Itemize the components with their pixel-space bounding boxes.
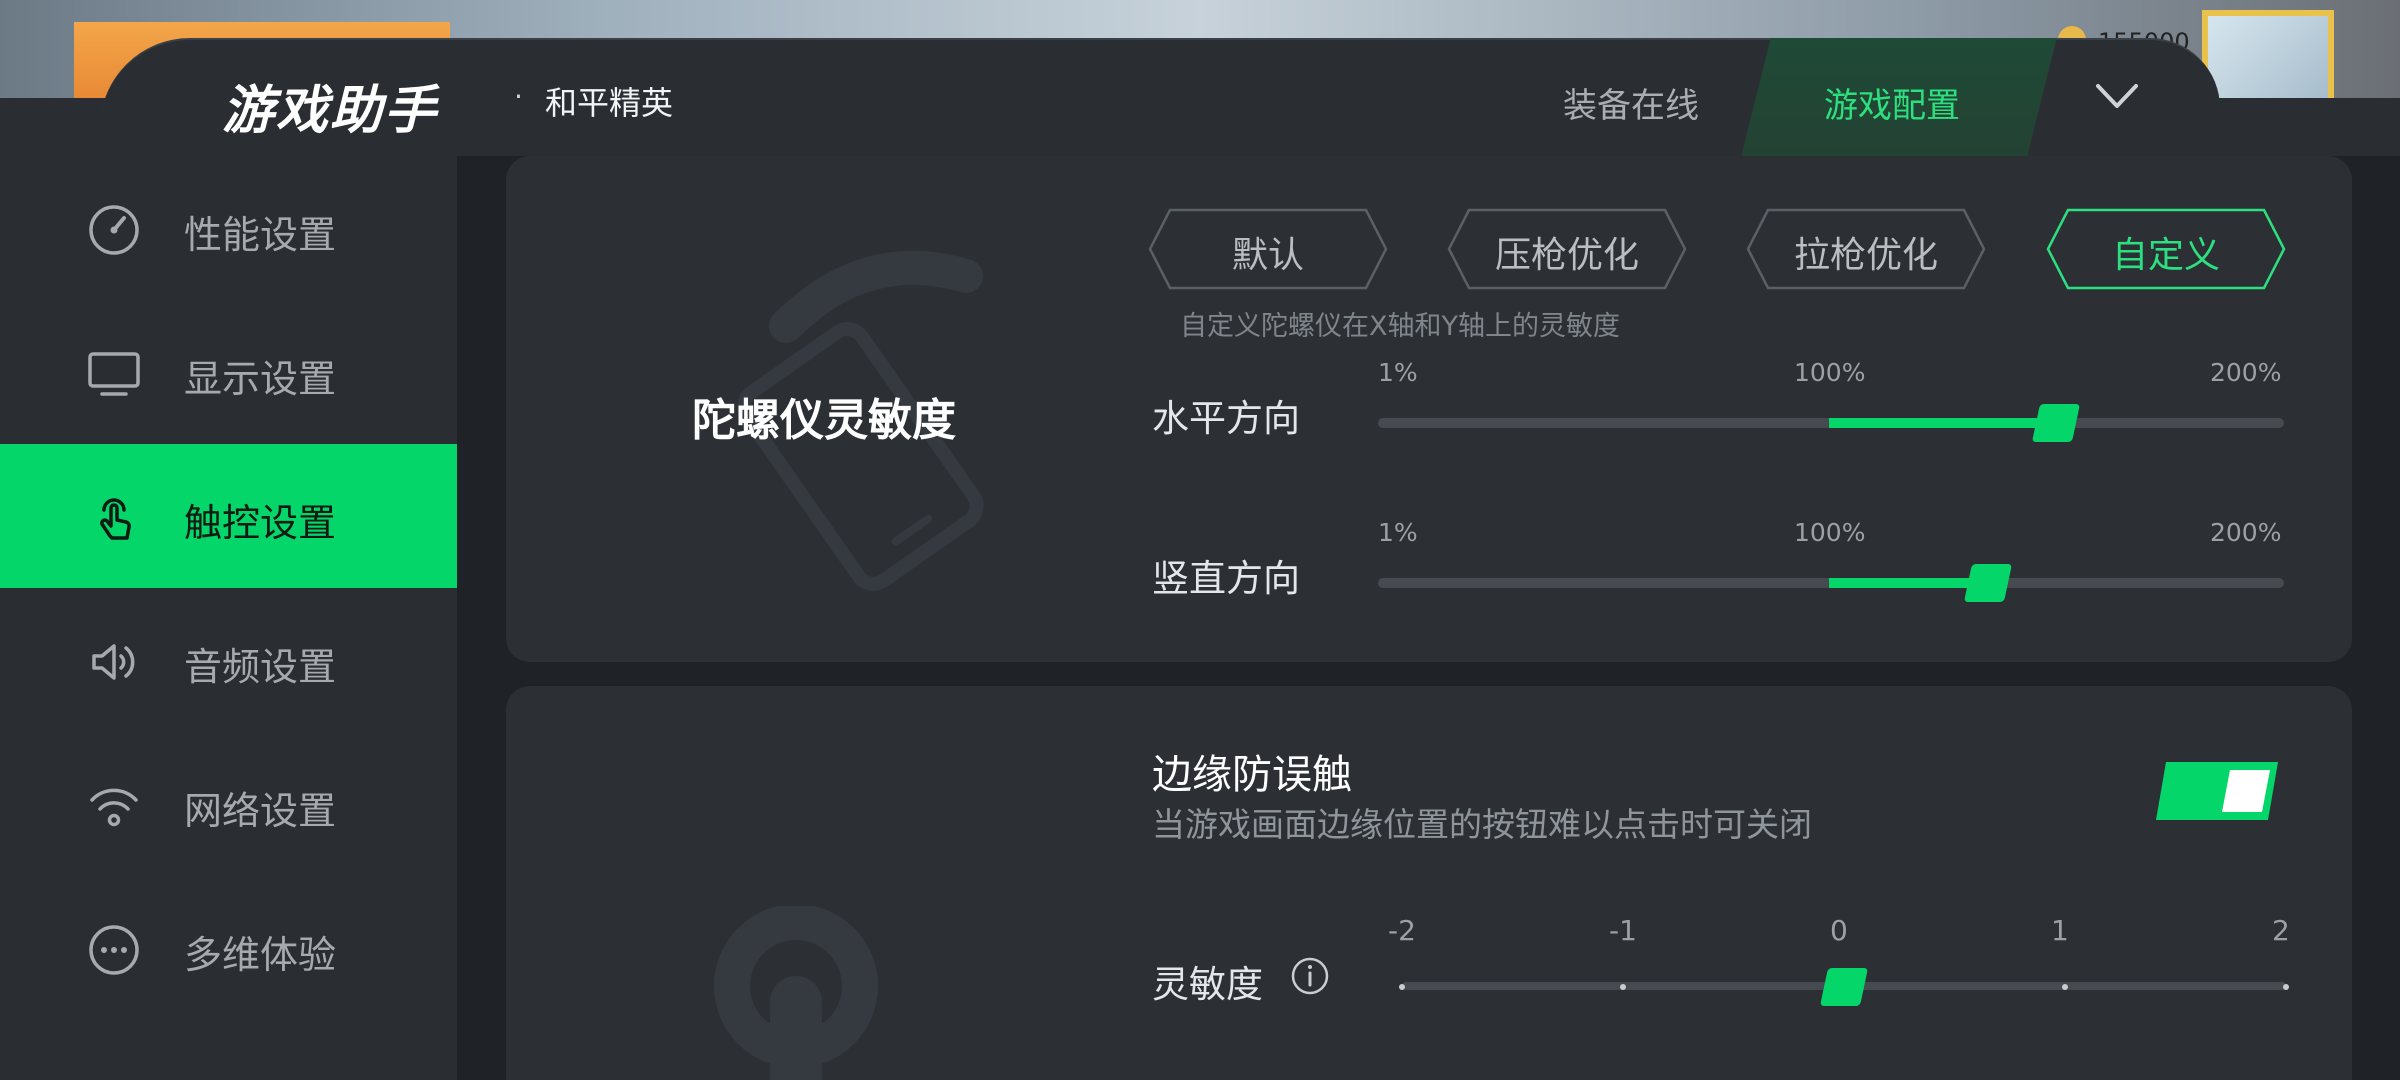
preset-label: 压枪优化 (1494, 235, 1639, 276)
gauge-icon (89, 205, 139, 255)
vertical-slider-thumb[interactable] (1964, 564, 2013, 602)
tick-label: 200% (2210, 358, 2282, 387)
sensitivity-label: 灵敏度 (1152, 963, 1263, 1006)
tick-label: 200% (2210, 518, 2282, 547)
tab-game-config[interactable]: 游戏配置 (1824, 78, 1960, 127)
tick-label: -1 (1609, 914, 1637, 947)
touch-illustration (714, 906, 878, 1080)
sidebar-item-label: 显示设置 (184, 357, 337, 401)
sidebar-item-performance[interactable]: 性能设置 (0, 156, 457, 300)
game-name: 和平精英 (545, 84, 674, 122)
horizontal-label: 水平方向 (1152, 397, 1300, 440)
preset-custom-button[interactable]: 自定义 (2046, 208, 2286, 290)
info-icon[interactable] (1290, 956, 1330, 996)
sidebar-item-display[interactable]: 显示设置 (0, 300, 457, 444)
vertical-slider-fill (1828, 578, 1989, 588)
slider-step-dot (2062, 984, 2068, 990)
app-logo: 游戏助手 (222, 81, 439, 141)
chevron-down-icon[interactable] (2094, 80, 2140, 112)
touch-hand-icon (100, 498, 131, 540)
edge-toggle-switch[interactable] (2156, 762, 2278, 820)
tick-label: 0 (1830, 914, 1848, 947)
edge-protection-card: 边缘防误触 当游戏画面边缘位置的按钮难以点击时可关闭 灵敏度 -2 -1 0 1… (506, 686, 2352, 1080)
assistant-header: 游戏助手 · 和平精英 装备在线 游戏配置 (0, 38, 2400, 156)
edge-title: 边缘防误触 (1152, 752, 1352, 798)
sidebar-item-experience[interactable]: 多维体验 (0, 876, 457, 1020)
slider-step-dot (1399, 984, 1405, 990)
tick-label: 1% (1378, 518, 1418, 547)
slider-step-dot (2283, 984, 2289, 990)
gyro-title: 陀螺仪灵敏度 (692, 395, 956, 446)
vertical-label: 竖直方向 (1152, 557, 1300, 600)
speaker-icon (92, 644, 135, 680)
tick-label: -2 (1388, 914, 1416, 947)
preset-label: 默认 (1231, 235, 1304, 276)
sensitivity-slider-thumb[interactable] (1819, 968, 1869, 1006)
tick-label: 2 (2272, 914, 2290, 947)
wifi-icon (90, 788, 138, 827)
sidebar-item-label: 多维体验 (184, 933, 337, 977)
tick-label: 1% (1378, 358, 1418, 387)
header-separator: · (514, 80, 523, 113)
horizontal-slider-thumb[interactable] (2032, 404, 2081, 442)
edge-description: 当游戏画面边缘位置的按钮难以点击时可关闭 (1152, 805, 1812, 844)
horizontal-slider-fill (1828, 418, 2057, 428)
sidebar-item-label: 音频设置 (184, 645, 337, 689)
sidebar-item-label: 触控设置 (184, 501, 337, 545)
preset-label: 自定义 (2111, 235, 2220, 276)
tick-label: 1 (2051, 914, 2069, 947)
sidebar-item-label: 性能设置 (184, 213, 337, 257)
sidebar-item-touch[interactable]: 触控设置 (0, 444, 457, 588)
gyro-sensitivity-card: 陀螺仪灵敏度 默认 压枪优化 拉枪优化 自定义 自定义陀螺仪在X轴和Y轴上的灵敏… (506, 156, 2352, 662)
tab-equipment-online[interactable]: 装备在线 (1563, 78, 1699, 127)
sidebar-item-network[interactable]: 网络设置 (0, 732, 457, 876)
slider-step-dot (1620, 984, 1626, 990)
sidebar-item-label: 网络设置 (184, 789, 337, 833)
sidebar: 性能设置 显示设置 触控设置 音频设置 网络设置 多维体验 (0, 156, 457, 1080)
preset-recoil-button[interactable]: 压枪优化 (1447, 208, 1687, 290)
preset-default-button[interactable]: 默认 (1148, 208, 1388, 290)
preset-hint: 自定义陀螺仪在X轴和Y轴上的灵敏度 (1180, 311, 1620, 342)
preset-flick-button[interactable]: 拉枪优化 (1746, 208, 1986, 290)
sidebar-item-audio[interactable]: 音频设置 (0, 588, 457, 732)
monitor-icon (88, 352, 140, 396)
tick-label: 100% (1794, 358, 1866, 387)
preset-label: 拉枪优化 (1793, 235, 1938, 276)
more-dots-icon (89, 925, 139, 975)
tick-label: 100% (1794, 518, 1866, 547)
